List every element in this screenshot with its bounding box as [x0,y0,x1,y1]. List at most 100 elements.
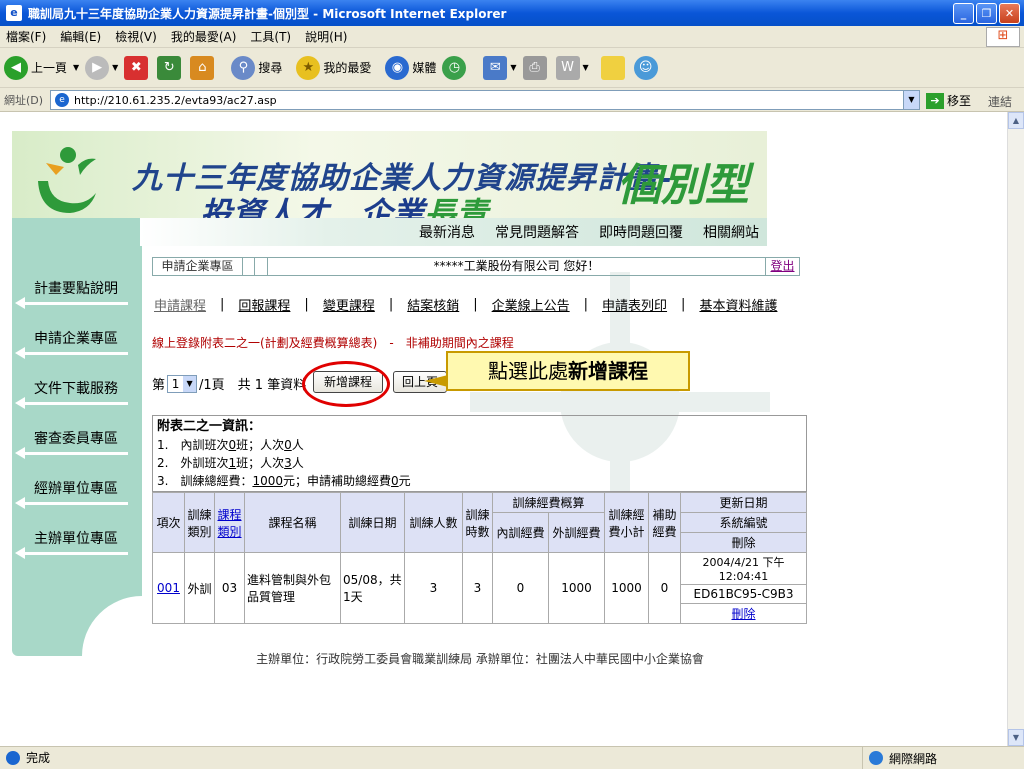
page-icon: e [55,93,69,107]
cell-delete[interactable]: 刪除 [680,603,807,624]
table-row: 001 外訓 03 進料管制與外包品質管理 05/08，共1天 3 3 0 10… [152,552,807,624]
th-budget: 訓練經費概算 [492,492,605,513]
star-icon: ★ [296,55,321,80]
notes-button[interactable] [600,55,628,80]
scroll-down-icon[interactable]: ▼ [1008,729,1024,746]
cell-no[interactable]: 001 [152,552,185,624]
minimize-button[interactable]: _ [953,3,974,24]
subnav-apply[interactable]: 申請課程 [154,295,206,314]
address-url: http://210.61.235.2/evta93/ac27.asp [74,93,277,107]
page-viewport: 九十三年度協助企業人力資源提昇計畫- 個別型 投資人才．企業長青 計畫要點說明 … [0,112,1007,746]
home-button[interactable]: ⌂ [190,55,217,80]
menu-file[interactable]: 檔案(F) [6,28,46,45]
subnav-profile[interactable]: 基本資料維護 [699,295,777,314]
sidebar-item-agency[interactable]: 經辦單位專區 [15,478,140,514]
sidebar-item-plan[interactable]: 計畫要點說明 [15,278,140,314]
home-icon: ⌂ [190,55,215,80]
cell-outer: 1000 [548,552,605,624]
vertical-scrollbar[interactable]: ▲ ▼ [1007,112,1024,746]
cell-sysno: ED61BC95-C9B3 [680,584,807,604]
nav-news[interactable]: 最新消息 [419,222,475,242]
go-button[interactable]: ➔ 移至 [926,92,971,109]
instruction-callout: 點選此處新增課程 [424,351,690,391]
menu-tools[interactable]: 工具(T) [250,28,291,45]
address-bar: 網址(D) e http://210.61.235.2/evta93/ac27.… [0,88,1024,112]
address-label: 網址(D) [4,93,44,107]
nav-faq[interactable]: 常見問題解答 [495,222,579,242]
th-hours: 訓練時數 [462,492,493,553]
search-icon: ⚲ [231,55,256,80]
top-nav: 最新消息 常見問題解答 即時問題回覆 相關網站 [140,218,767,246]
cell-category: 03 [214,552,245,624]
maximize-button[interactable]: ❐ [976,3,997,24]
th-type: 訓練類別 [184,492,215,553]
th-people: 訓練人數 [404,492,463,553]
search-button[interactable]: ⚲ 搜尋 [231,55,282,80]
stop-icon: ✖ [124,55,149,80]
menu-bar: 檔案(F) 編輯(E) 檢視(V) 我的最愛(A) 工具(T) 說明(H) [0,26,1024,48]
th-subsidy: 補助經費 [648,492,681,553]
menu-view[interactable]: 檢視(V) [115,28,157,45]
links-button[interactable]: 連結 [988,93,1012,110]
nav-reply[interactable]: 即時問題回覆 [599,222,683,242]
notice-text: 線上登錄附表二之一(計劃及經費概算總表) - 非補助期間內之課程 [152,336,514,350]
logout-link[interactable]: 登出 [765,258,799,275]
page-select[interactable]: 1 ▼ [167,374,198,393]
subnav-change[interactable]: 變更課程 [323,295,375,314]
forward-arrow-icon: ▶ [85,55,110,80]
delete-link[interactable]: 刪除 [731,607,755,621]
sub-nav: 申請課程 | 回報課程 | 變更課程 | 結案核銷 | 企業線上公告 | 申請表列印 | 基… [154,295,778,314]
th-no: 項次 [152,492,185,553]
menu-help[interactable]: 說明(H) [305,28,347,45]
sidebar-item-reviewer[interactable]: 審查委員專區 [15,428,140,464]
info-title: 附表二之一資訊： [157,419,262,434]
menu-favorites[interactable]: 我的最愛(A) [171,28,237,45]
subnav-notice[interactable]: 企業線上公告 [492,295,570,314]
th-outer: 外訓經費 [548,512,605,553]
window-titlebar: e 職訓局九十三年度協助企業人力資源提昇計畫-個別型 - Microsoft I… [0,0,1024,26]
print-button[interactable]: ⎙ [522,55,550,80]
address-input[interactable]: e http://210.61.235.2/evta93/ac27.asp ▼ [50,90,920,110]
cell-hours: 3 [462,552,493,624]
greeting-company: *****工業股份有限公司 您好！ [267,258,765,275]
pager: 第 1 ▼ /1頁 共 1 筆資料 [152,374,307,393]
refresh-button[interactable]: ↻ [157,55,184,80]
cell-subsidy: 0 [648,552,681,624]
scroll-up-icon[interactable]: ▲ [1008,112,1024,129]
back-button[interactable]: ◀ 上一頁 ▼ [4,55,79,80]
cell-updated: 2004/4/21 下午 12:04:41 [680,552,807,585]
window-title: 職訓局九十三年度協助企業人力資源提昇計畫-個別型 - Microsoft Int… [28,6,507,21]
subnav-close[interactable]: 結案核銷 [407,295,459,314]
sidebar-item-company[interactable]: 申請企業專區 [15,328,140,364]
media-globe-icon: ◉ [385,55,410,80]
media-button[interactable]: ◉ 媒體 [385,55,436,80]
address-dropdown[interactable]: ▼ [903,91,919,109]
note-icon [600,55,625,80]
subnav-print[interactable]: 申請表列印 [602,295,667,314]
status-page-icon [6,750,20,765]
cell-type: 外訓 [184,552,215,624]
close-button[interactable]: ✕ [999,3,1020,24]
cell-inner: 0 [492,552,549,624]
site-logo [38,147,96,213]
info-line-2: 2. 外訓班次1班；人次3人 [157,456,304,470]
stop-button[interactable]: ✖ [124,55,151,80]
sidebar-item-download[interactable]: 文件下載服務 [15,378,140,414]
menu-edit[interactable]: 編輯(E) [60,28,101,45]
subnav-report[interactable]: 回報課程 [238,295,290,314]
banner-type: 個別型 [617,160,749,211]
mail-button[interactable]: ✉ ▼ [483,55,517,80]
sidebar-item-host[interactable]: 主辦單位專區 [15,528,140,564]
favorites-button[interactable]: ★ 我的最愛 [296,55,371,80]
nav-links[interactable]: 相關網站 [703,222,759,242]
history-button[interactable]: ◷ [442,55,469,80]
th-category[interactable]: 課程類別 [214,492,245,553]
cell-subtotal: 1000 [604,552,649,624]
windows-logo-icon: ⊞ [986,27,1020,47]
status-bar: 完成 網際網路 [0,746,1024,769]
th-subtotal: 訓練經費小計 [604,492,649,553]
print-icon: ⎙ [522,55,547,80]
forward-button[interactable]: ▶ ▼ [85,55,118,80]
edit-button[interactable]: W ▼ [555,55,589,80]
messenger-button[interactable]: ☺ [633,55,661,80]
